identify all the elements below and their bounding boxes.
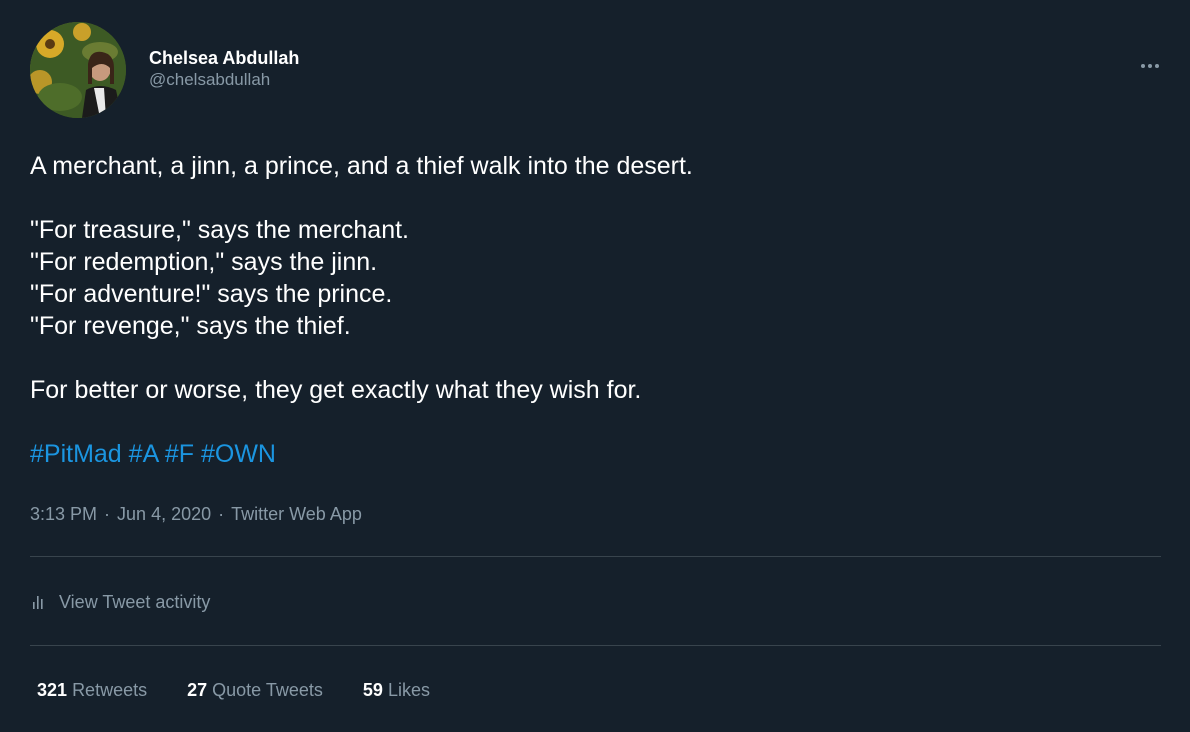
tweet-detail: Chelsea Abdullah @chelsabdullah A mercha…: [0, 0, 1190, 732]
hashtag-link[interactable]: #F: [165, 440, 194, 468]
tweet-line: "For revenge," says the thief.: [30, 312, 351, 340]
tweet-line: "For redemption," says the jinn.: [30, 248, 378, 276]
tweet-line: For better or worse, they get exactly wh…: [30, 376, 642, 404]
view-tweet-activity-label: View Tweet activity: [59, 591, 211, 612]
hashtag-link[interactable]: #A: [129, 440, 158, 468]
likes-stat[interactable]: 59 Likes: [363, 679, 430, 701]
divider: [30, 645, 1161, 646]
likes-label: Likes: [387, 680, 430, 700]
author-display-name[interactable]: Chelsea Abdullah: [149, 47, 299, 69]
retweets-label: Retweets: [72, 680, 148, 700]
tweet-metadata: 3:13 PM · Jun 4, 2020 · Twitter Web App: [30, 503, 362, 525]
retweets-stat[interactable]: 321 Retweets: [37, 679, 147, 701]
likes-count: 59: [362, 680, 383, 700]
quote-tweets-label: Quote Tweets: [212, 680, 323, 700]
meta-separator: ·: [104, 504, 111, 524]
tweet-time[interactable]: 3:13 PM: [30, 504, 97, 524]
tweet-source-link[interactable]: Twitter Web App: [231, 504, 362, 524]
tweet-line: "For adventure!" says the prince.: [30, 280, 393, 308]
tweet-line: "For treasure," says the merchant.: [30, 216, 410, 244]
divider: [30, 556, 1161, 557]
avatar[interactable]: [30, 22, 126, 118]
view-tweet-activity-button[interactable]: View Tweet activity: [30, 588, 210, 616]
hashtag-link[interactable]: #PitMad: [30, 440, 122, 468]
more-dots-icon: [1141, 64, 1159, 68]
hashtag-list: #PitMad #A #F #OWN: [30, 438, 1150, 470]
tweet-line: A merchant, a jinn, a prince, and a thie…: [30, 152, 693, 180]
profile-photo-icon: [30, 22, 126, 118]
tweet-text: A merchant, a jinn, a prince, and a thie…: [30, 150, 1150, 470]
tweet-date[interactable]: Jun 4, 2020: [117, 504, 211, 524]
quote-tweets-stat[interactable]: 27 Quote Tweets: [187, 679, 323, 701]
more-options-button[interactable]: [1136, 52, 1164, 80]
meta-separator: ·: [218, 504, 225, 524]
retweets-count: 321: [37, 680, 68, 700]
hashtag-link[interactable]: #OWN: [201, 440, 276, 468]
engagement-stats: 321 Retweets 27 Quote Tweets 59 Likes: [37, 679, 470, 701]
analytics-bars-icon: [33, 596, 43, 609]
quote-tweets-count: 27: [187, 680, 208, 700]
author-handle[interactable]: @chelsabdullah: [149, 70, 270, 90]
